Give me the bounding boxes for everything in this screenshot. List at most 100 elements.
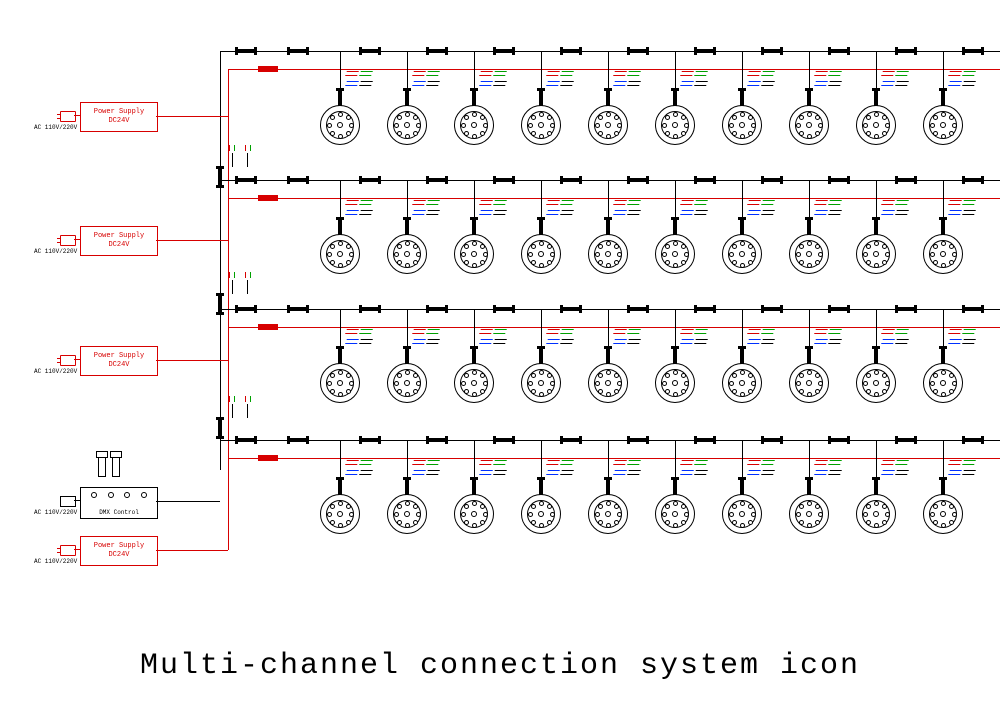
rgb-wire-icon bbox=[614, 71, 640, 89]
rgb-wire-icon bbox=[614, 329, 640, 347]
rgb-wire-icon bbox=[413, 200, 439, 218]
signal-splice bbox=[630, 49, 646, 53]
dmx-plug-icon bbox=[60, 496, 76, 507]
trunk-splice bbox=[218, 420, 222, 436]
row-signal-run bbox=[220, 180, 1000, 181]
led-fixture-icon bbox=[454, 494, 494, 534]
signal-splice bbox=[238, 438, 254, 442]
signal-splice bbox=[898, 178, 914, 182]
row-power-run bbox=[228, 69, 1000, 70]
signal-splice bbox=[496, 307, 512, 311]
dmx-controller-block: DMX Control bbox=[80, 487, 158, 519]
signal-splice bbox=[496, 178, 512, 182]
signal-splice bbox=[764, 178, 780, 182]
row-signal-run bbox=[220, 309, 1000, 310]
dmx-label: DMX Control bbox=[99, 509, 139, 516]
signal-splice bbox=[764, 307, 780, 311]
signal-splice bbox=[697, 49, 713, 53]
led-fixture-icon bbox=[320, 494, 360, 534]
power-plug-icon bbox=[60, 235, 76, 246]
signal-splice bbox=[362, 178, 378, 182]
rgb-wire-icon bbox=[681, 200, 707, 218]
signal-splice bbox=[563, 178, 579, 182]
psu-feed-wire bbox=[156, 240, 228, 241]
led-fixture-icon bbox=[521, 363, 561, 403]
rgb-wire-icon bbox=[346, 460, 372, 478]
row-signal-run bbox=[220, 440, 1000, 441]
signal-splice bbox=[831, 49, 847, 53]
psu-line1: Power Supply bbox=[81, 542, 157, 551]
rgb-wire-icon bbox=[815, 329, 841, 347]
power-supply-block: Power SupplyDC24V bbox=[80, 102, 158, 132]
led-fixture-icon bbox=[588, 363, 628, 403]
dmx-connector-pair-icon bbox=[96, 451, 122, 481]
dmx-plug-wire bbox=[74, 500, 80, 501]
rgb-wire-icon bbox=[547, 200, 573, 218]
signal-splice bbox=[630, 178, 646, 182]
psu-line2: DC24V bbox=[81, 361, 157, 370]
rgb-wire-icon bbox=[949, 460, 975, 478]
signal-splice bbox=[764, 49, 780, 53]
ac-voltage-label: AC 110V/220V bbox=[34, 124, 77, 131]
led-fixture-icon bbox=[856, 363, 896, 403]
led-fixture-icon bbox=[320, 234, 360, 274]
rgb-wire-icon bbox=[346, 71, 372, 89]
fuse-icon bbox=[258, 455, 278, 461]
led-fixture-icon bbox=[856, 494, 896, 534]
led-fixture-icon bbox=[789, 105, 829, 145]
psu-plug-wire bbox=[74, 239, 80, 240]
signal-splice bbox=[697, 307, 713, 311]
led-fixture-icon bbox=[588, 494, 628, 534]
signal-splice bbox=[238, 49, 254, 53]
rgb-wire-icon bbox=[681, 329, 707, 347]
psu-line2: DC24V bbox=[81, 117, 157, 126]
rgb-wire-icon bbox=[882, 200, 908, 218]
rgb-wire-icon bbox=[748, 71, 774, 89]
rgb-wire-icon bbox=[614, 460, 640, 478]
signal-splice bbox=[630, 307, 646, 311]
ac-voltage-label: AC 110V/220V bbox=[34, 558, 77, 565]
power-plug-icon bbox=[60, 111, 76, 122]
led-fixture-icon bbox=[789, 234, 829, 274]
led-fixture-icon bbox=[521, 105, 561, 145]
signal-splice bbox=[563, 49, 579, 53]
diagram-title: Multi-channel connection system icon bbox=[0, 649, 1000, 683]
rgb-wire-icon bbox=[413, 460, 439, 478]
led-fixture-icon bbox=[521, 234, 561, 274]
rgb-wire-icon bbox=[547, 329, 573, 347]
rgb-wire-icon bbox=[346, 200, 372, 218]
row-power-run bbox=[228, 458, 1000, 459]
signal-splice bbox=[563, 438, 579, 442]
psu-feed-wire bbox=[156, 116, 228, 117]
rgb-wire-icon bbox=[547, 460, 573, 478]
led-fixture-icon bbox=[923, 494, 963, 534]
rgb-wire-icon bbox=[949, 200, 975, 218]
led-fixture-icon bbox=[320, 363, 360, 403]
signal-branch-icon bbox=[226, 272, 254, 294]
led-fixture-icon bbox=[923, 363, 963, 403]
power-supply-block: Power SupplyDC24V bbox=[80, 346, 158, 376]
signal-splice bbox=[238, 178, 254, 182]
signal-splice bbox=[429, 178, 445, 182]
rgb-wire-icon bbox=[413, 71, 439, 89]
rgb-wire-icon bbox=[882, 460, 908, 478]
led-fixture-icon bbox=[387, 363, 427, 403]
signal-splice bbox=[764, 438, 780, 442]
signal-splice bbox=[898, 438, 914, 442]
ac-voltage-label: AC 110V/220V bbox=[34, 248, 77, 255]
fuse-icon bbox=[258, 66, 278, 72]
signal-splice bbox=[965, 438, 981, 442]
led-fixture-icon bbox=[655, 105, 695, 145]
led-fixture-icon bbox=[789, 494, 829, 534]
signal-splice bbox=[965, 178, 981, 182]
rgb-wire-icon bbox=[346, 329, 372, 347]
power-supply-block: Power SupplyDC24V bbox=[80, 536, 158, 566]
trunk-splice bbox=[218, 169, 222, 185]
rgb-wire-icon bbox=[882, 71, 908, 89]
psu-plug-wire bbox=[74, 359, 80, 360]
row-power-run bbox=[228, 198, 1000, 199]
psu-line1: Power Supply bbox=[81, 108, 157, 117]
fuse-icon bbox=[258, 195, 278, 201]
led-fixture-icon bbox=[454, 363, 494, 403]
rgb-wire-icon bbox=[815, 71, 841, 89]
